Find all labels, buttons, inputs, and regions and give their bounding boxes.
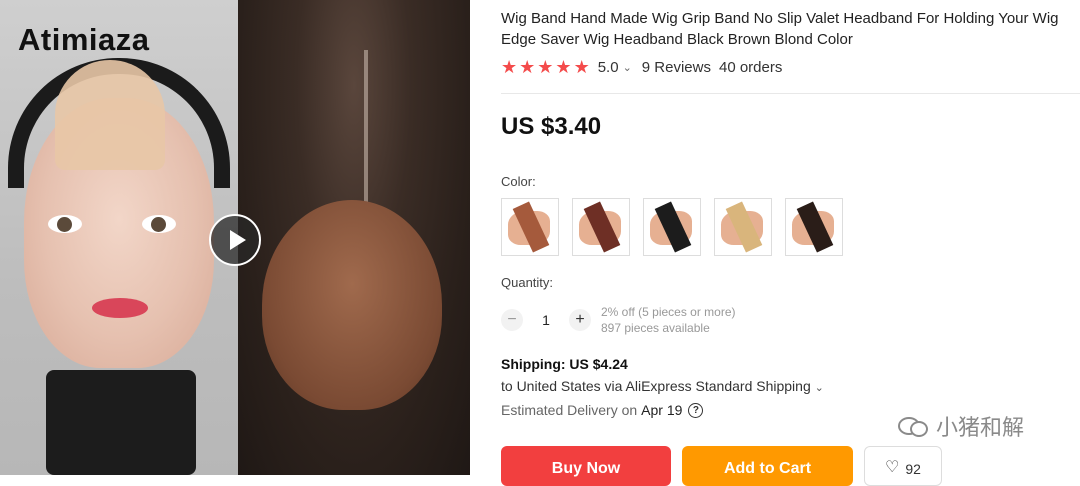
hair-part [364,50,368,220]
product-gallery: Atimiaza [0,0,470,475]
mannequin-eye-right [142,215,176,233]
mannequin-lips [92,298,148,318]
star-icon: ★ [573,57,590,77]
product-price: US $3.40 [501,113,602,140]
rating-row: ★ ★ ★ ★ ★ 5.0 ⌄ 9 Reviews 40 orders [501,58,782,76]
decrease-button[interactable]: − [501,309,523,331]
orders-count: 40 orders [718,58,783,76]
quantity-stepper: − 1 + 2% off (5 pieces or more) 897 piec… [501,304,736,336]
watermark-text: 小猪和解 [936,415,1025,440]
shipping-route[interactable]: to United States via AliExpress Standard… [501,378,824,394]
mannequin-neck [46,370,196,475]
watermark: 小猪和解 [898,410,1024,442]
increase-button[interactable]: + [569,309,591,331]
buy-now-button[interactable]: Buy Now [501,446,671,486]
color-swatches [501,198,843,256]
star-icon: ★ [501,57,518,77]
delivery-date: Apr 19 [641,402,683,418]
stock-available: 897 pieces available [601,321,710,335]
color-label: Color: [501,174,536,189]
delivery-label: Estimated Delivery on [501,402,638,418]
shipping-cost: Shipping: US $4.24 [501,356,628,372]
chevron-down-icon[interactable]: ⌄ [623,61,632,74]
product-image-mannequin[interactable]: Atimiaza [0,0,240,475]
divider [501,93,1080,94]
mannequin-eye-left [48,215,82,233]
star-icon: ★ [537,57,554,77]
model-face [262,200,442,410]
quantity-value[interactable]: 1 [523,312,569,328]
star-icon: ★ [519,57,536,77]
help-icon[interactable]: ? [688,402,704,418]
estimated-delivery: Estimated Delivery on Apr 19 ? [501,402,704,418]
star-icon: ★ [555,57,572,77]
wishlist-button[interactable]: ♡ 92 [864,446,942,486]
lace-band [55,60,165,170]
product-details: Wig Band Hand Made Wig Grip Band No Slip… [501,0,1080,486]
add-to-cart-button[interactable]: Add to Cart [682,446,853,486]
product-title: Wig Band Hand Made Wig Grip Band No Slip… [501,10,1059,48]
rating-value[interactable]: 5.0 [598,59,619,76]
color-swatch[interactable] [501,198,559,256]
shipping-route-text: to United States via AliExpress Standard… [501,378,811,394]
bulk-discount: 2% off (5 pieces or more) [601,305,736,319]
quantity-label: Quantity: [501,275,554,290]
color-swatch[interactable] [785,198,843,256]
color-swatch[interactable] [643,198,701,256]
chevron-down-icon[interactable]: ⌄ [815,382,824,394]
quantity-info: 2% off (5 pieces or more) 897 pieces ava… [601,304,736,336]
brand-label: Atimiaza [18,22,150,57]
reviews-link[interactable]: 9 Reviews [642,59,711,76]
play-icon[interactable] [209,214,261,266]
heart-icon: ♡ [885,459,900,476]
wechat-icon [898,415,928,437]
color-swatch[interactable] [714,198,772,256]
star-rating: ★ ★ ★ ★ ★ [501,58,590,76]
color-swatch[interactable] [572,198,630,256]
